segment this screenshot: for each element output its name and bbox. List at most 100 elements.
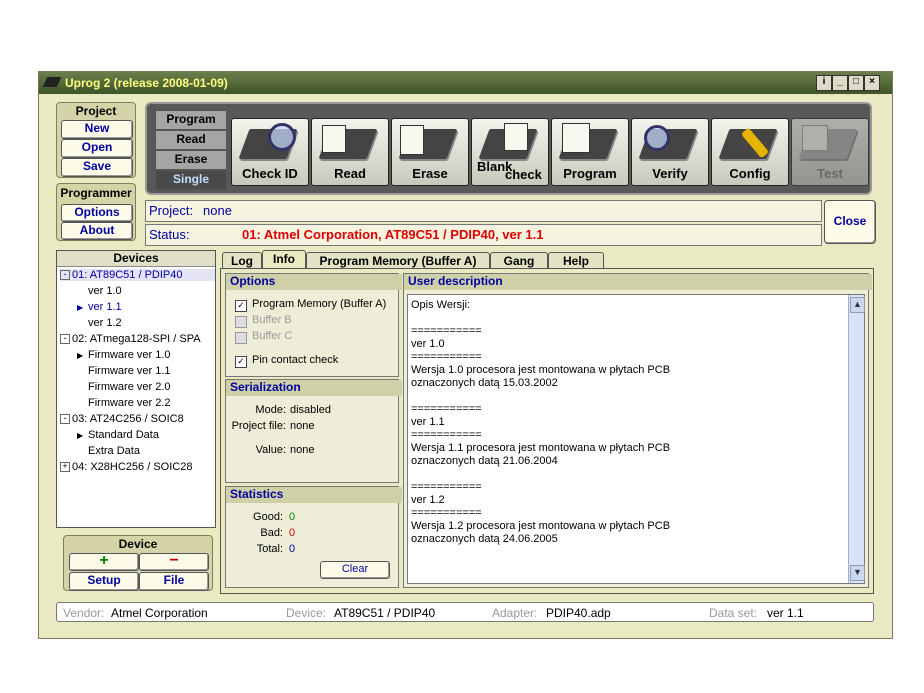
about-button[interactable]: About — [61, 222, 133, 240]
device-panel: Device + − Setup File — [63, 535, 213, 591]
close-window-icon[interactable]: × — [864, 75, 880, 91]
checkbox-buffer-c[interactable] — [235, 332, 247, 344]
minimize-icon[interactable]: _ — [832, 75, 848, 91]
device-value: AT89C51 / PDIP40 — [334, 606, 436, 620]
status-field: Status: 01: Atmel Corporation, AT89C51 /… — [145, 224, 822, 246]
check-id-label: Check ID — [242, 166, 298, 181]
tree-item[interactable]: ver 1.0 — [77, 285, 122, 297]
serialization-title: Serialization — [226, 380, 402, 396]
clear-button[interactable]: Clear — [320, 561, 390, 579]
read-button[interactable]: Read — [311, 118, 389, 186]
device-title: Device — [118, 537, 158, 551]
devices-tree: -01: AT89C51 / PDIP40 ver 1.0 ▶ ver 1.1 ver … — [57, 269, 215, 527]
red-arrow-icon — [562, 123, 590, 153]
statistics-title: Statistics — [226, 487, 402, 503]
arrow-right-icon: ▶ — [77, 303, 84, 312]
devices-panel: Devices -01: AT89C51 / PDIP40 ver 1.0 ▶ ver… — [56, 250, 216, 528]
vertical-scrollbar[interactable]: ▲ ▼ — [848, 295, 865, 583]
verify-label: Verify — [652, 166, 688, 181]
open-project-button[interactable]: Open — [61, 139, 133, 158]
new-project-button[interactable]: New — [61, 120, 133, 139]
mode-program[interactable]: Program — [155, 110, 227, 130]
good-label: Good: — [253, 511, 283, 523]
scroll-up-icon[interactable]: ▲ — [850, 297, 865, 313]
file-button[interactable]: File — [139, 572, 209, 591]
user-description-textarea[interactable]: Opis Wersji: =========== ver 1.0 =======… — [407, 294, 865, 584]
title-bar[interactable]: Uprog 2 (release 2008-01-09) i _ □ × — [39, 72, 892, 94]
save-project-button[interactable]: Save — [61, 158, 133, 177]
eraser-icon — [400, 125, 424, 155]
check-id-button[interactable]: Check ID — [231, 118, 309, 186]
tree-label: Firmware ver 1.0 — [88, 349, 171, 361]
tree-label: Firmware ver 2.2 — [88, 397, 171, 409]
mode-read[interactable]: Read — [155, 130, 227, 150]
dataset-value: ver 1.1 — [767, 606, 804, 620]
magnifier-icon — [268, 123, 296, 151]
add-device-button[interactable]: + — [69, 553, 139, 571]
test-button[interactable]: Test — [791, 118, 869, 186]
program-button[interactable]: Program — [551, 118, 629, 186]
tree-group[interactable]: -03: AT24C256 / SOIC8 — [60, 413, 184, 425]
info-icon[interactable]: i — [816, 75, 832, 91]
tree-item[interactable]: Firmware ver 2.0 — [77, 381, 171, 393]
close-button[interactable]: Close — [824, 200, 876, 244]
erase-button[interactable]: Erase — [391, 118, 469, 186]
tree-label: 04: X28HC256 / SOIC28 — [72, 461, 193, 473]
config-button[interactable]: Config — [711, 118, 789, 186]
tree-group[interactable]: +04: X28HC256 / SOIC28 — [60, 461, 192, 473]
tab-info[interactable]: Info — [262, 250, 306, 270]
expand-icon[interactable]: + — [60, 462, 70, 473]
total-label: Total: — [256, 543, 283, 555]
tree-label: ver 1.2 — [88, 317, 122, 329]
collapse-icon[interactable]: - — [60, 414, 70, 425]
tree-item[interactable]: ▶ ver 1.1 — [77, 301, 122, 313]
checkbox-buffer-b[interactable] — [235, 316, 247, 328]
devices-title: Devices — [57, 251, 215, 267]
checkbox-buffer-a[interactable]: ✓ — [235, 300, 247, 312]
collapse-icon[interactable]: - — [60, 270, 70, 281]
mode-erase[interactable]: Erase — [155, 150, 227, 170]
tree-item[interactable]: Firmware ver 1.1 — [77, 365, 171, 377]
setup-button[interactable]: Setup — [69, 572, 139, 591]
tree-item[interactable]: Extra Data — [77, 445, 140, 457]
tree-label: 01: AT89C51 / PDIP40 — [72, 269, 183, 281]
magnifier-icon — [644, 125, 670, 151]
verify-button[interactable]: Verify — [631, 118, 709, 186]
options-group: Options ✓ Program Memory (Buffer A) Buff… — [225, 273, 402, 377]
tree-item[interactable]: ▶ Firmware ver 1.0 — [77, 349, 171, 361]
arrow-right-icon: ▶ — [77, 351, 84, 360]
maximize-icon[interactable]: □ — [848, 75, 864, 91]
remove-device-button[interactable]: − — [139, 553, 209, 571]
project-file-value: none — [290, 420, 315, 432]
tree-item[interactable]: ver 1.2 — [77, 317, 122, 329]
erase-label: Erase — [412, 166, 448, 181]
project-title: Project — [75, 104, 117, 118]
green-arrow-icon — [322, 125, 346, 153]
project-value: none — [203, 203, 232, 218]
magnifier-icon — [504, 123, 528, 151]
mode-single[interactable]: Single — [155, 170, 227, 190]
tree-item[interactable]: ▶ Standard Data — [77, 429, 159, 441]
options-title: Options — [226, 274, 402, 290]
tree-group[interactable]: -01: AT89C51 / PDIP40 — [60, 269, 215, 281]
program-label: Program — [563, 166, 617, 181]
checkbox-buffer-c-label: Buffer C — [252, 330, 293, 342]
adapter-value: PDIP40.adp — [546, 606, 611, 620]
scroll-down-icon[interactable]: ▼ — [850, 565, 865, 581]
tree-item[interactable]: Firmware ver 2.2 — [77, 397, 171, 409]
checkbox-buffer-a-label: Program Memory (Buffer A) — [252, 298, 387, 310]
checkbox-pin-contact[interactable]: ✓ — [235, 356, 247, 368]
project-label: Project: — [149, 203, 194, 218]
vendor-value: Atmel Corporation — [111, 606, 208, 620]
options-button[interactable]: Options — [61, 204, 133, 222]
read-label: Read — [334, 166, 366, 181]
programmer-panel: Programmer Options About — [56, 183, 136, 241]
tree-group[interactable]: -02: ATmega128-SPI / SPA — [60, 333, 201, 345]
project-file-label: Project file: — [231, 420, 286, 432]
tree-label: Standard Data — [88, 429, 159, 441]
blank-check-button[interactable]: Blank check — [471, 118, 549, 186]
statistics-group: Statistics Good: 0 Bad: 0 Total: 0 Clear — [225, 486, 402, 588]
status-bar: Vendor: Atmel Corporation Device: AT89C5… — [56, 602, 874, 622]
project-panel: Project New Open Save — [56, 102, 136, 178]
collapse-icon[interactable]: - — [60, 334, 70, 345]
